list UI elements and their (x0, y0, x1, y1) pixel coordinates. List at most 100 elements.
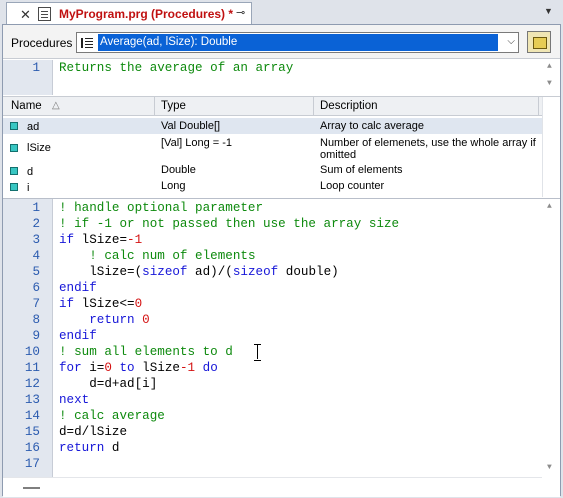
column-header-type[interactable]: Type (161, 100, 186, 112)
code-token: sizeof (142, 265, 188, 279)
code-line-number: 15 (24, 425, 40, 439)
code-token: d=d+ad[i] (59, 377, 158, 391)
code-line[interactable]: endif (59, 329, 97, 343)
table-row[interactable]: d Double Sum of elements (3, 162, 542, 178)
code-line-number: 11 (24, 361, 40, 375)
code-horizontal-scrollbar[interactable] (3, 477, 542, 496)
document-icon (38, 7, 51, 21)
parameter-icon (10, 183, 18, 191)
code-line[interactable]: ! calc num of elements (59, 249, 255, 263)
code-token: lSize=( (59, 265, 143, 279)
code-line-number: 14 (24, 409, 40, 423)
scroll-thumb[interactable] (23, 487, 40, 489)
code-token: 0 (104, 361, 112, 375)
code-token: i= (81, 361, 105, 375)
cell-description: Sum of elements (320, 164, 403, 176)
description-scrollbar[interactable]: ▲ ▼ (542, 60, 560, 95)
code-token: -1 (179, 361, 196, 375)
code-line-number: 1 (32, 201, 40, 215)
procedure-list-icon (80, 36, 94, 49)
chevron-down-icon[interactable]: ⌵ (507, 36, 515, 47)
code-token: endif (59, 281, 97, 295)
cell-type: [Val] Long = -1 (161, 137, 233, 149)
parameter-icon (10, 122, 18, 130)
code-line[interactable]: d=d/lSize (59, 425, 127, 439)
scroll-up-icon[interactable]: ▲ (547, 202, 552, 211)
code-token: to (119, 361, 135, 375)
code-line[interactable]: if lSize<=0 (59, 297, 142, 311)
code-token: d=d/lSize (59, 425, 128, 439)
code-token: ! sum all elements to d (59, 345, 233, 359)
cell-name: i (27, 182, 30, 194)
code-line-number: 2 (32, 217, 40, 231)
code-token: -1 (127, 233, 143, 247)
code-line[interactable]: return 0 (59, 313, 150, 327)
cell-type: Double (161, 164, 196, 176)
code-line[interactable]: next (59, 393, 89, 407)
code-token: 0 (142, 313, 150, 327)
code-token: ! calc average (59, 409, 165, 423)
code-editor[interactable]: 1 2 3 4 5 6 7 8 9 10 11 12 13 14 15 16 17 ! handle optio… (3, 198, 560, 497)
code-line[interactable]: if lSize=-1 (59, 233, 142, 247)
code-line[interactable]: ! if -1 or not passed then use the array… (59, 217, 399, 231)
sort-ascending-icon: △ (52, 100, 60, 111)
code-line-number: 17 (24, 457, 40, 471)
code-token: do (202, 361, 218, 375)
column-header-description[interactable]: Description (320, 100, 378, 112)
code-line[interactable]: for i=0 to lSize-1 do (59, 361, 218, 375)
scroll-down-icon[interactable]: ▼ (547, 463, 552, 472)
code-line-number: 6 (32, 281, 40, 295)
code-line[interactable]: ! sum all elements to d (59, 345, 233, 359)
code-token: ! if -1 or not passed then use the array… (59, 217, 400, 231)
procedures-label: Procedures : (11, 36, 80, 50)
description-line-number: 1 (32, 61, 40, 75)
code-line[interactable]: ! handle optional parameter (59, 201, 263, 215)
code-line[interactable]: lSize=(sizeof ad)/(sizeof double) (59, 265, 339, 279)
close-icon[interactable]: ✕ (20, 7, 31, 23)
pin-icon[interactable]: ⊸ (236, 6, 245, 19)
document-tab[interactable]: ✕ MyProgram.prg (Procedures) * ⊸ (6, 2, 252, 24)
column-divider[interactable] (154, 97, 155, 116)
table-row[interactable]: ad Val Double[] Array to calc average (3, 118, 542, 134)
code-token: lSize= (74, 233, 128, 247)
parameters-grid: Name △ Type Description ad Val Double[] … (3, 96, 560, 197)
code-token: ! handle optional parameter (59, 201, 264, 215)
cell-name: lSize (27, 142, 51, 154)
code-token: for (59, 361, 82, 375)
code-token: return (89, 313, 135, 327)
text-cursor-icon (254, 344, 262, 361)
column-header-name[interactable]: Name (11, 100, 42, 112)
code-scrollbar[interactable]: ▲ ▼ (542, 199, 560, 477)
description-text[interactable]: Returns the average of an array (59, 61, 293, 75)
code-line-number: 5 (32, 265, 40, 279)
column-divider[interactable] (313, 97, 314, 116)
scroll-down-icon[interactable]: ▼ (547, 79, 552, 88)
notebook-button[interactable] (527, 31, 551, 53)
code-line[interactable]: d=d+ad[i] (59, 377, 157, 391)
code-line[interactable]: ! calc average (59, 409, 165, 423)
code-line[interactable]: endif (59, 281, 97, 295)
tab-menu-icon[interactable]: ▼ (544, 6, 553, 16)
procedures-dropdown[interactable]: Average(ad, lSize): Double ⌵ (76, 32, 519, 53)
code-token: sizeof (232, 265, 279, 279)
code-token: double) (278, 265, 339, 279)
code-token: next (59, 393, 90, 407)
grid-scrollbar[interactable] (542, 97, 560, 197)
code-line-number: 13 (24, 393, 40, 407)
column-divider[interactable] (538, 97, 539, 116)
code-gutter: 1 2 3 4 5 6 7 8 9 10 11 12 13 14 15 16 17 (3, 199, 53, 477)
table-row[interactable]: lSize [Val] Long = -1 Number of elemenet… (3, 135, 542, 162)
code-line-number: 16 (24, 441, 40, 455)
code-token: lSize (134, 361, 180, 375)
code-token: lSize<= (74, 297, 135, 311)
code-token: if (59, 297, 75, 311)
code-line[interactable]: return d (59, 441, 119, 455)
scroll-up-icon[interactable]: ▲ (547, 62, 552, 71)
procedure-editor-window: Procedures : Average(ad, lSize): Double … (2, 24, 561, 497)
cell-type: Val Double[] (161, 120, 221, 132)
table-row[interactable]: i Long Loop counter (3, 178, 542, 194)
code-line-number: 7 (32, 297, 40, 311)
procedures-selected-value: Average(ad, lSize): Double (98, 34, 498, 51)
